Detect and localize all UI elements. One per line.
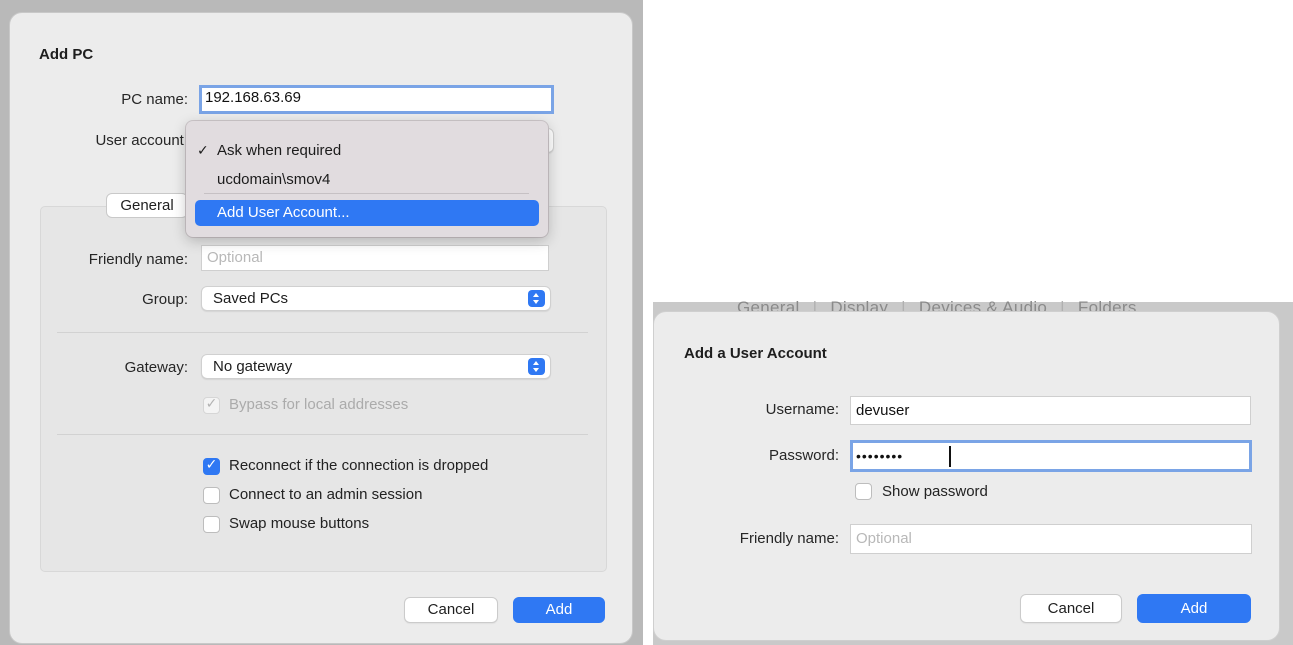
show-password-label: Show password — [882, 483, 988, 500]
password-value: •••••••• — [856, 448, 904, 464]
add-pc-window-frame: Add PC PC name: 192.168.63.69 User accou… — [0, 0, 643, 645]
pc-name-input[interactable]: 192.168.63.69 — [199, 85, 554, 114]
user-account-label: User account: — [95, 132, 188, 149]
username-label: Username: — [765, 401, 839, 418]
swap-mouse-checkbox[interactable] — [203, 516, 220, 533]
add-button[interactable]: Add — [1137, 594, 1251, 623]
password-label: Password: — [768, 447, 839, 464]
menu-item-ask-when-required[interactable]: Ask when required — [217, 142, 341, 159]
username-input[interactable]: devuser — [850, 396, 1251, 425]
divider — [57, 332, 588, 333]
pc-name-label: PC name: — [121, 91, 188, 108]
gateway-value: No gateway — [213, 358, 293, 375]
reconnect-label: Reconnect if the connection is dropped — [229, 457, 489, 474]
tab-general[interactable]: General — [106, 193, 188, 218]
menu-item-add-user-account-label: Add User Account... — [217, 204, 350, 221]
add-pc-sheet: Add PC PC name: 192.168.63.69 User accou… — [10, 13, 632, 643]
gateway-label: Gateway: — [124, 359, 188, 376]
checkmark-icon: ✓ — [205, 456, 218, 472]
cancel-button[interactable]: Cancel — [404, 597, 498, 623]
menu-item-add-user-account[interactable]: Add User Account... — [195, 200, 539, 226]
gateway-popup[interactable]: No gateway — [201, 354, 551, 379]
add-user-sheet: Add a User Account Username: devuser Pas… — [654, 312, 1279, 640]
swap-mouse-label: Swap mouse buttons — [229, 515, 370, 532]
cancel-button[interactable]: Cancel — [1020, 594, 1122, 623]
text-caret — [949, 446, 951, 467]
add-pc-title: Add PC — [39, 46, 94, 63]
add-user-window-frame: General | Display | Devices & Audio | Folders … — [653, 298, 1293, 645]
checkmark-icon: ✓ — [197, 142, 209, 158]
stepper-arrows-icon — [528, 358, 545, 375]
group-popup[interactable]: Saved PCs — [201, 286, 551, 311]
divider — [57, 434, 588, 435]
show-password-checkbox[interactable] — [855, 483, 872, 500]
bypass-label: Bypass for local addresses — [229, 396, 409, 413]
stepper-arrows-icon — [528, 290, 545, 307]
group-value: Saved PCs — [213, 290, 289, 307]
admin-session-checkbox[interactable] — [203, 487, 220, 504]
menu-divider — [204, 193, 529, 194]
friendly-name-input[interactable]: Optional — [201, 245, 549, 271]
admin-session-label: Connect to an admin session — [229, 486, 423, 503]
checkmark-icon: ✓ — [205, 395, 218, 411]
group-label: Group: — [142, 291, 188, 308]
friendly-name-label: Friendly name: — [739, 530, 839, 547]
menu-item-ucdomain-smov4[interactable]: ucdomain\smov4 — [217, 171, 330, 188]
add-user-title: Add a User Account — [684, 345, 827, 362]
friendly-name-label: Friendly name: — [88, 251, 188, 268]
add-button[interactable]: Add — [513, 597, 605, 623]
bypass-checkbox[interactable]: ✓ — [203, 395, 220, 414]
friendly-name-input[interactable]: Optional — [850, 524, 1252, 554]
reconnect-checkbox[interactable]: ✓ — [203, 456, 220, 475]
password-input[interactable]: •••••••• — [850, 440, 1252, 472]
user-account-menu: ✓ Ask when required ucdomain\smov4 Add U… — [186, 121, 548, 237]
